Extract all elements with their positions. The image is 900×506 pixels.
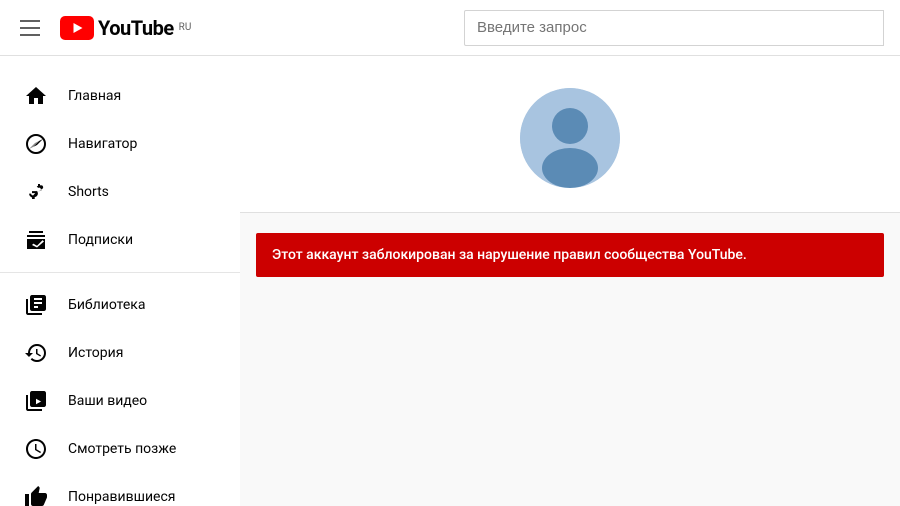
sidebar-item-subscriptions[interactable]: Подписки xyxy=(0,216,240,264)
sidebar-section-main: Главная Навигатор Shorts xyxy=(0,64,240,273)
history-icon xyxy=(24,341,48,365)
sidebar-item-explore-label: Навигатор xyxy=(68,136,137,152)
sidebar-item-shorts[interactable]: Shorts xyxy=(0,168,240,216)
header-center xyxy=(191,10,884,46)
sidebar-item-explore[interactable]: Навигатор xyxy=(0,120,240,168)
avatar-person-icon xyxy=(520,88,620,188)
compass-icon xyxy=(24,132,48,156)
header: YouTube RU xyxy=(0,0,900,56)
blocked-banner: Этот аккаунт заблокирован за нарушение п… xyxy=(256,233,884,277)
search-input[interactable] xyxy=(464,10,884,46)
clock-icon xyxy=(24,437,48,461)
sidebar: Главная Навигатор Shorts xyxy=(0,56,240,506)
sidebar-item-liked[interactable]: Понравившиеся xyxy=(0,473,240,506)
menu-button[interactable] xyxy=(16,16,44,40)
sidebar-item-history[interactable]: История xyxy=(0,329,240,377)
youtube-logo[interactable]: YouTube RU xyxy=(60,16,191,40)
youtube-text: YouTube xyxy=(98,16,174,40)
sidebar-item-home[interactable]: Главная xyxy=(0,72,240,120)
home-icon xyxy=(24,84,48,108)
sidebar-item-subscriptions-label: Подписки xyxy=(68,232,133,248)
sidebar-item-shorts-label: Shorts xyxy=(68,184,109,200)
profile-section xyxy=(240,56,900,213)
sidebar-item-library-label: Библиотека xyxy=(68,297,145,313)
subscriptions-icon xyxy=(24,228,48,252)
sidebar-item-library[interactable]: Библиотека xyxy=(0,281,240,329)
avatar xyxy=(520,88,620,188)
layout: Главная Навигатор Shorts xyxy=(0,56,900,506)
thumb-up-icon xyxy=(24,485,48,506)
play-icon xyxy=(24,389,48,413)
sidebar-item-watch-later-label: Смотреть позже xyxy=(68,441,176,457)
sidebar-item-history-label: История xyxy=(68,345,123,361)
main-content: Этот аккаунт заблокирован за нарушение п… xyxy=(240,56,900,506)
shorts-icon xyxy=(24,180,48,204)
country-label: RU xyxy=(179,22,192,33)
sidebar-item-your-videos[interactable]: Ваши видео xyxy=(0,377,240,425)
sidebar-section-library: Библиотека История Ваши видео xyxy=(0,273,240,506)
library-icon xyxy=(24,293,48,317)
sidebar-item-home-label: Главная xyxy=(68,88,121,104)
header-left: YouTube RU xyxy=(16,16,191,40)
sidebar-item-your-videos-label: Ваши видео xyxy=(68,393,147,409)
youtube-icon xyxy=(60,16,94,40)
sidebar-item-liked-label: Понравившиеся xyxy=(68,489,175,505)
sidebar-item-watch-later[interactable]: Смотреть позже xyxy=(0,425,240,473)
